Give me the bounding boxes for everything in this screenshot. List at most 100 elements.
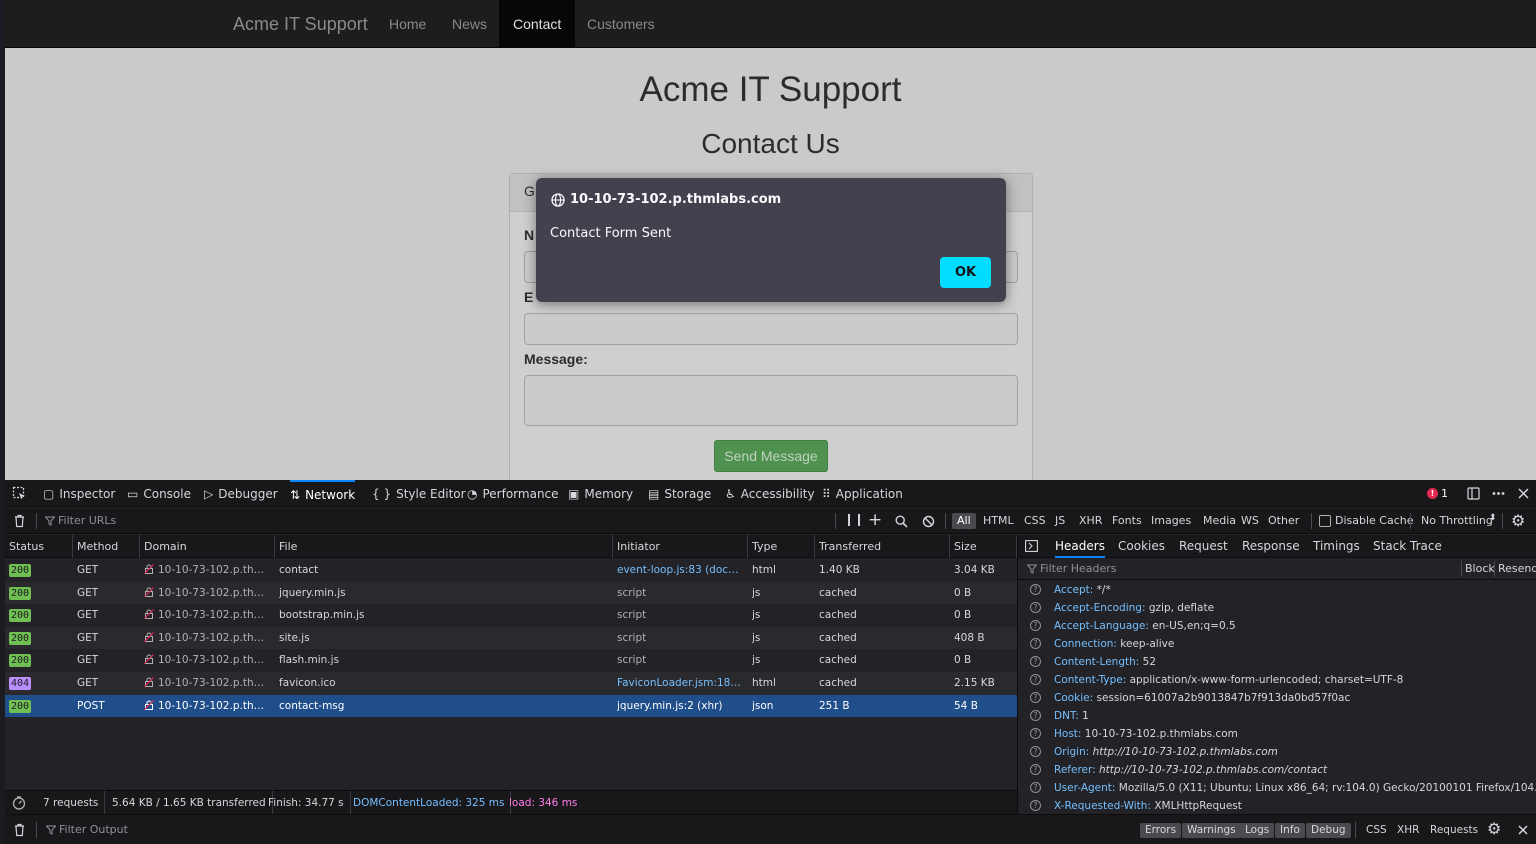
help-icon[interactable]: ? [1030, 584, 1041, 595]
tool-tab-network[interactable]: ⇅ Network [290, 480, 356, 507]
tab-stack-trace[interactable]: Stack Trace [1373, 535, 1442, 558]
disable-cache-checkbox[interactable] [1319, 515, 1331, 527]
header-name[interactable]: X-Requested-With: XMLHttpRequest [1054, 797, 1242, 815]
alert-ok-button[interactable]: OK [940, 257, 991, 288]
throttling-select[interactable]: No Throttling [1421, 508, 1493, 534]
header-value[interactable]: en-US,en;q=0.5 [1152, 620, 1235, 632]
tool-tab-memory[interactable]: ▣ Memory [568, 480, 633, 507]
header-value[interactable]: 1 [1082, 710, 1089, 722]
tab-headers[interactable]: Headers [1055, 535, 1105, 558]
error-count-badge[interactable]: ! 1 [1427, 487, 1448, 500]
pause-icon[interactable]: ❙❙ [844, 512, 864, 526]
header-value[interactable]: keep-alive [1120, 638, 1174, 650]
column-header-status[interactable]: Status [5, 535, 73, 558]
header-value[interactable]: 52 [1143, 656, 1156, 668]
filter-xhr-button[interactable]: XHR [1397, 823, 1419, 838]
performance-analysis-icon[interactable] [12, 796, 26, 810]
filter-requests-button[interactable]: Requests [1430, 823, 1478, 838]
column-header-file[interactable]: File [275, 535, 613, 558]
help-icon[interactable]: ? [1030, 800, 1041, 811]
filter-logs-button[interactable]: Logs [1240, 823, 1275, 838]
type-filter-js[interactable]: JS [1050, 513, 1070, 529]
type-filter-ws[interactable]: WS [1236, 513, 1264, 529]
header-value[interactable]: Mozilla/5.0 (X11; Ubuntu; Linux x86_64; … [1119, 782, 1536, 794]
column-header-size[interactable]: Size [950, 535, 1017, 558]
tool-tab-accessibility[interactable]: ♿ Accessibility [725, 480, 815, 507]
filter-errors-button[interactable]: Errors [1140, 823, 1182, 838]
type-filter-fonts[interactable]: Fonts [1107, 513, 1147, 529]
filter-urls-input[interactable]: Filter URLs [58, 508, 116, 534]
close-icon[interactable] [1516, 486, 1531, 501]
header-name[interactable]: Accept-Encoding: gzip, deflate [1054, 599, 1214, 617]
header-value[interactable]: 10-10-73-102.p.thmlabs.com [1085, 728, 1238, 740]
column-header-type[interactable]: Type [748, 535, 815, 558]
element-picker-icon[interactable] [12, 486, 27, 501]
type-filter-other[interactable]: Other [1263, 513, 1304, 529]
resend-button[interactable]: Resend [1498, 558, 1536, 580]
header-name[interactable]: Connection: keep-alive [1054, 635, 1174, 653]
filter-warnings-button[interactable]: Warnings [1182, 823, 1241, 838]
help-icon[interactable]: ? [1030, 602, 1041, 613]
column-header-transferred[interactable]: Transferred [815, 535, 950, 558]
header-name[interactable]: User-Agent: Mozilla/5.0 (X11; Ubuntu; Li… [1054, 779, 1536, 797]
help-icon[interactable]: ? [1030, 674, 1041, 685]
help-icon[interactable]: ? [1030, 710, 1041, 721]
filter-debug-button[interactable]: Debug [1306, 823, 1351, 838]
header-name[interactable]: Accept-Language: en-US,en;q=0.5 [1054, 617, 1236, 635]
console-settings-gear-icon[interactable]: ⚙ [1487, 819, 1501, 838]
help-icon[interactable]: ? [1030, 620, 1041, 631]
tool-tab-debugger[interactable]: ▷ Debugger [204, 480, 278, 507]
header-value[interactable]: gzip, deflate [1149, 602, 1214, 614]
tab-request[interactable]: Request [1179, 535, 1228, 558]
header-name[interactable]: Origin: http://10-10-73-102.p.thmlabs.co… [1054, 743, 1278, 761]
settings-gear-icon[interactable]: ⚙ [1511, 511, 1525, 530]
help-icon[interactable]: ? [1030, 656, 1041, 667]
header-value[interactable]: http://10-10-73-102.p.thmlabs.com [1093, 746, 1278, 758]
header-value[interactable]: application/x-www-form-urlencoded; chars… [1130, 674, 1404, 686]
type-filter-all[interactable]: All [952, 513, 976, 529]
more-options-icon[interactable] [1491, 486, 1506, 501]
block-icon[interactable] [922, 515, 935, 528]
type-filter-media[interactable]: Media [1198, 513, 1241, 529]
header-name[interactable]: Content-Length: 52 [1054, 653, 1156, 671]
dock-icon[interactable] [1466, 486, 1481, 501]
table-row[interactable]: 200 POST 10-10-73-102.p.thmla… contact-msg j… [5, 694, 1017, 718]
table-row[interactable]: 200 GET 10-10-73-102.p.thmla… contact event-… [5, 559, 1017, 582]
header-value[interactable]: http://10-10-73-102.p.thmlabs.com/contac… [1099, 764, 1327, 776]
tool-tab-application[interactable]: ⠿ Application [822, 480, 903, 507]
help-icon[interactable]: ? [1030, 692, 1041, 703]
help-icon[interactable]: ? [1030, 638, 1041, 649]
type-filter-images[interactable]: Images [1146, 513, 1196, 529]
type-filter-xhr[interactable]: XHR [1074, 513, 1107, 529]
filter-headers-input[interactable]: Filter Headers [1040, 558, 1117, 580]
type-filter-css[interactable]: CSS [1019, 513, 1051, 529]
header-name[interactable]: Accept: */* [1054, 581, 1111, 599]
trash-icon[interactable] [13, 823, 26, 837]
tool-tab-style-editor[interactable]: { } Style Editor [372, 480, 466, 507]
table-row[interactable]: 200 GET 10-10-73-102.p.thmla… bootstrap.min… [5, 604, 1017, 627]
block-button[interactable]: Block [1465, 558, 1495, 580]
table-row[interactable]: 200 GET 10-10-73-102.p.thmla… site.js script… [5, 626, 1017, 650]
close-console-icon[interactable] [1517, 824, 1529, 836]
table-row[interactable]: 200 GET 10-10-73-102.p.thmla… jquery.min.js… [5, 581, 1017, 605]
tool-tab-console[interactable]: ▭ Console [127, 480, 191, 507]
header-name[interactable]: Cookie: session=61007a2b9013847b7f913da0… [1054, 689, 1350, 707]
column-header-initiator[interactable]: Initiator [613, 535, 748, 558]
header-value[interactable]: XMLHttpRequest [1154, 800, 1242, 812]
header-value[interactable]: session=61007a2b9013847b7f913da0bd57f0ac [1097, 692, 1351, 704]
filter-output-input[interactable]: Filter Output [59, 815, 128, 844]
table-row[interactable]: 200 GET 10-10-73-102.p.thmla… flash.min.js s… [5, 649, 1017, 672]
filter-info-button[interactable]: Info [1275, 823, 1305, 838]
toggle-sidebar-icon[interactable] [1025, 540, 1038, 552]
help-icon[interactable]: ? [1030, 746, 1041, 757]
help-icon[interactable]: ? [1030, 782, 1041, 793]
search-icon[interactable] [895, 515, 908, 528]
tab-response[interactable]: Response [1242, 535, 1300, 558]
tab-cookies[interactable]: Cookies [1118, 535, 1165, 558]
filter-css-button[interactable]: CSS [1366, 823, 1387, 838]
tab-timings[interactable]: Timings [1313, 535, 1360, 558]
column-header-method[interactable]: Method [73, 535, 140, 558]
trash-icon[interactable] [13, 514, 26, 528]
header-name[interactable]: DNT: 1 [1054, 707, 1089, 725]
header-value[interactable]: */* [1097, 584, 1111, 596]
